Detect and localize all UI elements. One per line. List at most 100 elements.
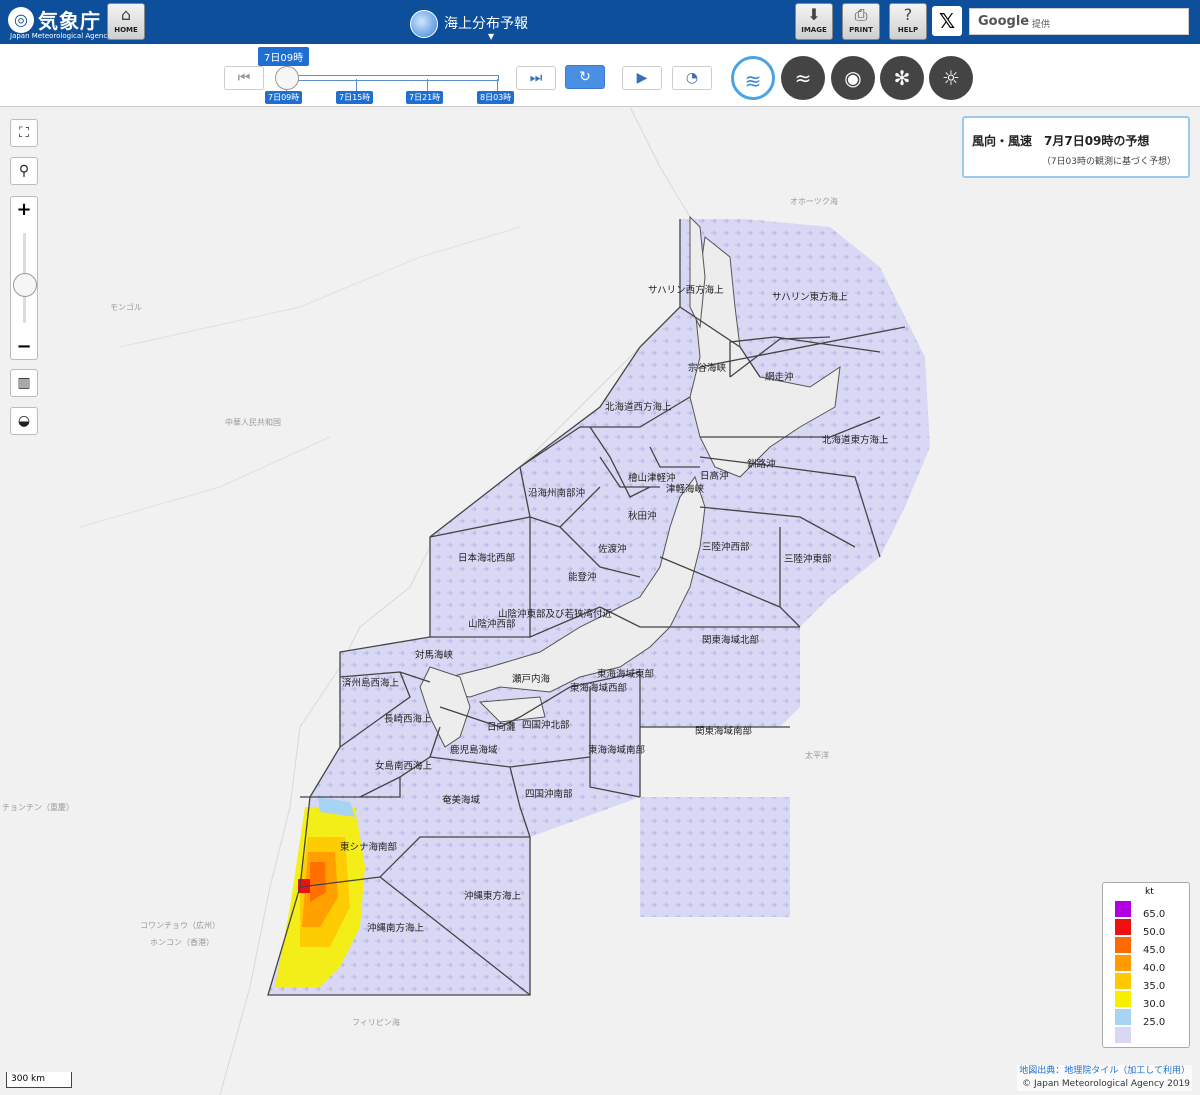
search-input[interactable]: Google 提供 — [969, 8, 1189, 35]
area-label[interactable]: 瀬戸内海 — [512, 673, 551, 685]
printer-icon: ⎙ — [854, 5, 868, 24]
area-label[interactable]: 沿海州南部沖 — [528, 487, 585, 499]
skip-back-icon: ⏮ — [237, 70, 251, 86]
header-bar: ◎ 気象庁 Japan Meteorological Agency ⌂ HOME… — [0, 0, 1200, 44]
element-weather-button[interactable]: ☼ — [929, 56, 973, 100]
search-placeholder: 提供 — [1032, 20, 1051, 30]
area-label[interactable]: 日本海北西部 — [458, 552, 515, 564]
area-label[interactable]: 網走沖 — [765, 371, 794, 383]
element-wave-button[interactable]: ≈ — [781, 56, 825, 100]
tick-label[interactable]: 7日09時 — [265, 91, 303, 104]
place-label: フィリピン海 — [352, 1017, 400, 1027]
area-label[interactable]: 関東海域北部 — [702, 634, 759, 646]
area-label[interactable]: 長崎西海上 — [384, 713, 432, 725]
area-label[interactable]: 日高沖 — [700, 470, 729, 482]
area-label[interactable]: 檜山津軽沖 — [628, 472, 676, 484]
location-button[interactable]: ⚲ — [10, 157, 38, 185]
help-label: HELP — [897, 26, 919, 34]
river — [119, 226, 521, 348]
area-label[interactable]: 沖縄南方海上 — [367, 922, 425, 934]
place-label: オホーツク海 — [790, 196, 838, 206]
tick-label[interactable]: 8日03時 — [477, 91, 515, 104]
forecast-title: 風向・風速 7月7日09時の予想 — [972, 134, 1150, 148]
area-label[interactable]: 東シナ海南部 — [340, 841, 397, 853]
zoom-slider-handle[interactable] — [13, 272, 37, 297]
area-label[interactable]: 能登沖 — [568, 571, 597, 583]
forecast-subtitle: （7日03時の観測に基づく予想） — [1041, 157, 1176, 167]
wind-icon: ≋ — [744, 69, 762, 93]
legend-swatch — [1115, 1027, 1131, 1043]
last-frame-button[interactable]: ⏭ — [516, 66, 556, 90]
element-visibility-button[interactable]: ◉ — [831, 56, 875, 100]
area-label[interactable]: 女島南西海上 — [375, 760, 433, 772]
legend-swatch — [1115, 1009, 1131, 1025]
area-label[interactable]: 津軽海峡 — [666, 483, 705, 495]
area-label[interactable]: 鹿児島海域 — [450, 744, 498, 756]
area-label[interactable]: 日向灘 — [487, 721, 516, 733]
home-button[interactable]: ⌂ HOME — [107, 3, 145, 40]
legend-row: 50.0 — [1115, 919, 1185, 938]
area-label[interactable]: 奄美海域 — [442, 794, 481, 806]
map-layer-button[interactable]: ▥ — [10, 369, 38, 397]
x-share-button[interactable]: 𝕏 — [932, 6, 962, 36]
time-slider-handle[interactable] — [275, 66, 299, 90]
map-view[interactable]: サハリン西方海上 サハリン東方海上 宗谷海峡 網走沖 北海道西方海上 北海道東方… — [0, 107, 1200, 1095]
agency-name: 気象庁 — [38, 9, 101, 33]
area-label[interactable]: 済州島西海上 — [342, 677, 400, 689]
area-label[interactable]: 東海海域西部 — [570, 682, 627, 694]
tick-label[interactable]: 7日21時 — [406, 91, 444, 104]
element-ice-button[interactable]: ✻ — [880, 56, 924, 100]
map-attribution: 地図出典：地理院タイル（加工して利用） © Japan Meteorologic… — [1017, 1065, 1192, 1091]
legend-swatch — [1115, 955, 1131, 971]
product-menu[interactable]: 海上分布予報 ▼ — [410, 8, 570, 41]
area-label[interactable]: 山陰沖西部 — [468, 618, 516, 630]
print-label: PRINT — [849, 26, 873, 34]
area-label[interactable]: サハリン西方海上 — [648, 284, 724, 296]
home-icon: ⌂ — [120, 5, 132, 24]
image-label: IMAGE — [801, 26, 827, 34]
area-label[interactable]: 四国沖北部 — [522, 719, 570, 731]
area-label[interactable]: 秋田沖 — [628, 510, 657, 522]
time-slider-track[interactable] — [286, 75, 499, 81]
weather-icon: ☼ — [942, 66, 960, 90]
element-wind-button[interactable]: ≋ — [731, 56, 775, 100]
river — [79, 436, 331, 528]
area-label[interactable]: 釧路沖 — [747, 458, 776, 470]
area-label[interactable]: 三陸沖東部 — [784, 553, 832, 565]
fullscreen-button[interactable]: ⛶ — [10, 119, 38, 147]
opacity-button[interactable]: ◒ — [10, 407, 38, 435]
image-download-button[interactable]: ⬇ IMAGE — [795, 3, 833, 40]
place-label: 太平洋 — [805, 750, 829, 760]
place-label: ホンコン（香港） — [150, 937, 214, 947]
area-label[interactable]: 四国沖南部 — [525, 788, 573, 800]
area-label[interactable]: 北海道東方海上 — [822, 434, 889, 446]
speed-button[interactable]: ◔ — [672, 66, 712, 90]
area-label[interactable]: 宗谷海峡 — [688, 362, 727, 374]
zoom-in-button[interactable]: + — [11, 199, 37, 220]
attribution-source[interactable]: 地図出典：地理院タイル（加工して利用） — [1019, 1065, 1190, 1078]
area-label[interactable]: サハリン東方海上 — [772, 291, 848, 303]
area-label[interactable]: 沖縄東方海上 — [464, 890, 522, 902]
first-frame-button[interactable]: ⏮ — [224, 66, 264, 90]
help-button[interactable]: ? HELP — [889, 3, 927, 40]
jma-logo[interactable]: ◎ 気象庁 Japan Meteorological Agency — [6, 4, 111, 40]
area-label[interactable]: 北海道西方海上 — [605, 401, 672, 413]
place-label: チョンチン（重慶） — [2, 802, 74, 812]
area-label[interactable]: 佐渡沖 — [598, 543, 627, 555]
area-label[interactable]: 関東海域南部 — [695, 725, 752, 737]
copyright-text: © Japan Meteorological Agency 2019 — [1022, 1079, 1190, 1089]
print-button[interactable]: ⎙ PRINT — [842, 3, 880, 40]
area-label[interactable]: 東海海域南部 — [588, 744, 645, 756]
area-label[interactable]: 東海海域東部 — [597, 668, 654, 680]
tick-label[interactable]: 7日15時 — [336, 91, 374, 104]
play-button[interactable]: ▶ — [622, 66, 662, 90]
x-icon: 𝕏 — [938, 9, 956, 33]
place-label: モンゴル — [110, 302, 142, 312]
download-icon: ⬇ — [807, 5, 821, 24]
area-label[interactable]: 三陸沖西部 — [702, 541, 750, 553]
help-icon: ? — [903, 5, 913, 24]
zoom-out-button[interactable]: − — [11, 336, 37, 357]
latest-button[interactable]: ↻ — [565, 65, 605, 89]
fullscreen-icon: ⛶ — [19, 125, 29, 141]
area-label[interactable]: 対馬海峡 — [415, 649, 454, 661]
